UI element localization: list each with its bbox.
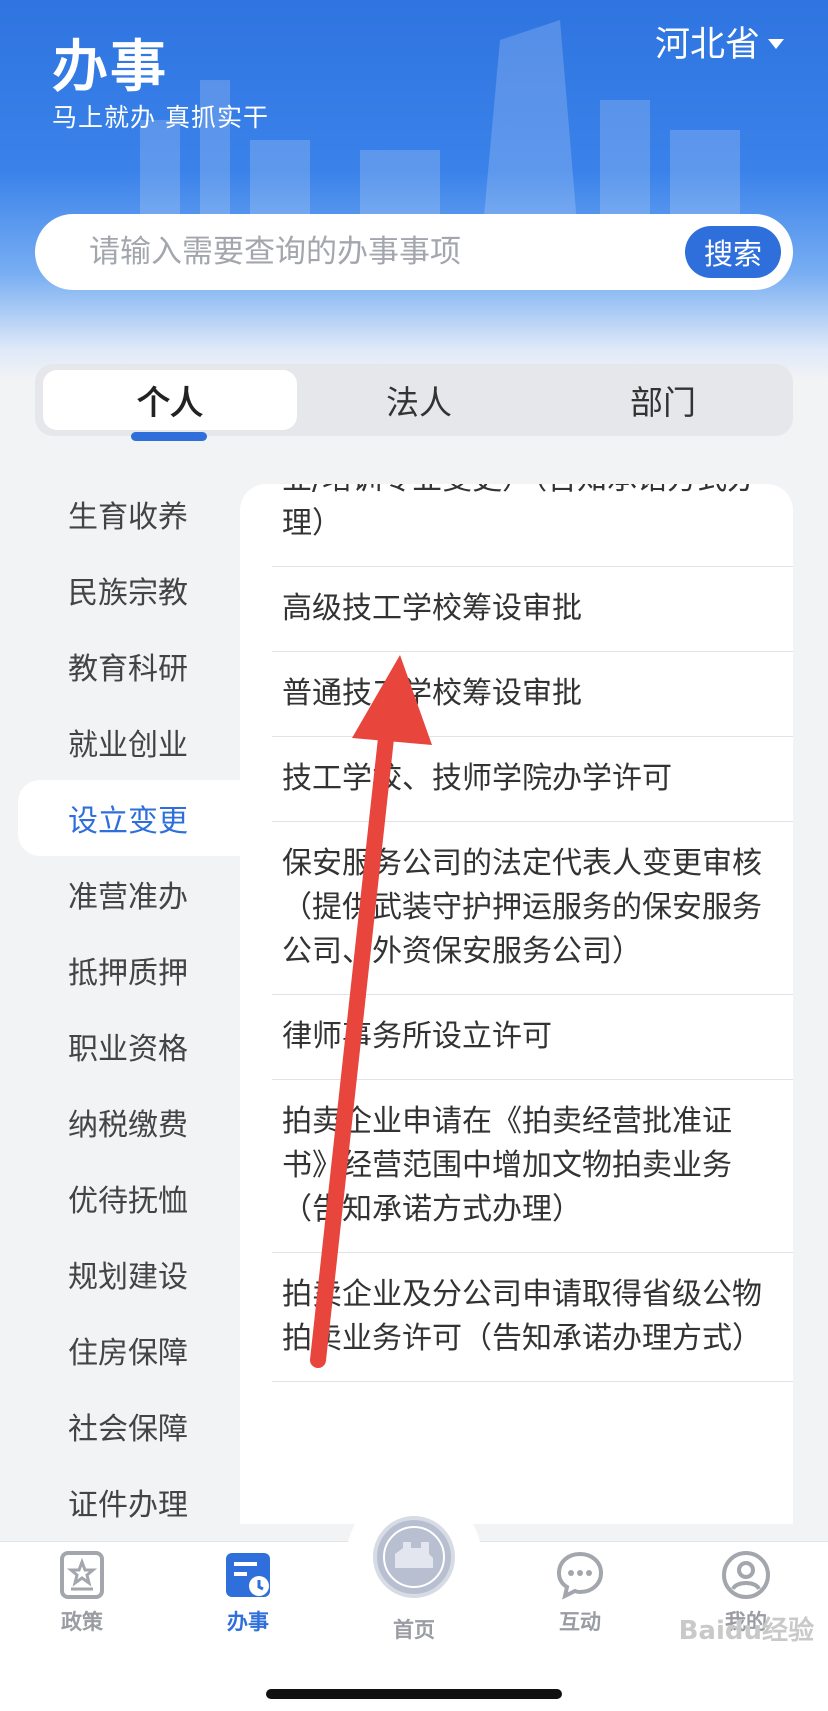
sidebar-item[interactable]: 生育收养 bbox=[0, 476, 240, 552]
page-title: 办事 bbox=[52, 35, 168, 100]
list-item[interactable]: 拍卖企业及分公司申请取得省级公物拍卖业务许可（告知承诺办理方式） bbox=[272, 1253, 793, 1382]
header-banner: 办事 马上就办 真抓实干 河北省 bbox=[0, 0, 828, 380]
nav-label: 政策 bbox=[61, 1610, 103, 1634]
policy-icon bbox=[60, 1551, 104, 1599]
sidebar-item[interactable]: 纳税缴费 bbox=[0, 1084, 240, 1160]
tab-department[interactable]: 部门 bbox=[541, 370, 785, 430]
home-emblem-icon[interactable] bbox=[373, 1516, 455, 1598]
sidebar-item[interactable]: 准营准办 bbox=[0, 856, 240, 932]
watermark-logo: Baidu经验 bbox=[678, 1616, 814, 1646]
sidebar-item[interactable]: 职业资格 bbox=[0, 1008, 240, 1084]
service-list: 业/培训专业变更）（告知承诺方式办理） 高级技工学校筹设审批 普通技工学校筹设审… bbox=[240, 484, 793, 1524]
affairs-icon bbox=[226, 1553, 270, 1597]
sidebar-item[interactable]: 教育科研 bbox=[0, 628, 240, 704]
nav-policy[interactable]: 政策 bbox=[22, 1550, 142, 1636]
user-profile-icon bbox=[722, 1551, 770, 1599]
sidebar-item[interactable]: 住房保障 bbox=[0, 1312, 240, 1388]
sidebar-item[interactable]: 社会保障 bbox=[0, 1388, 240, 1464]
province-label: 河北省 bbox=[654, 25, 760, 65]
nav-interact[interactable]: 互动 bbox=[520, 1550, 640, 1636]
province-selector[interactable]: 河北省 bbox=[655, 16, 784, 67]
nav-label: 办事 bbox=[227, 1610, 269, 1634]
category-sidebar: 生育收养 民族宗教 教育科研 就业创业 设立变更 准营准办 抵押质押 职业资格 … bbox=[0, 476, 248, 1540]
sidebar-item[interactable]: 规划建设 bbox=[0, 1236, 240, 1312]
sidebar-item[interactable]: 民族宗教 bbox=[0, 552, 240, 628]
sidebar-item-label: 设立变更 bbox=[68, 804, 188, 839]
list-item[interactable]: 律师事务所设立许可 bbox=[272, 995, 793, 1080]
tab-bar: 个人 法人 部门 bbox=[35, 364, 793, 441]
sidebar-item[interactable]: 就业创业 bbox=[0, 704, 240, 780]
caret-down-icon bbox=[768, 38, 784, 49]
search-bar: 搜索 bbox=[35, 214, 793, 290]
tab-personal[interactable]: 个人 bbox=[43, 370, 297, 430]
list-item[interactable]: 业/培训专业变更）（告知承诺方式办理） bbox=[272, 484, 793, 567]
list-item[interactable]: 拍卖企业申请在《拍卖经营批准证书》经营范围中增加文物拍卖业务（告知承诺方式办理） bbox=[272, 1080, 793, 1253]
tab-active-indicator bbox=[131, 432, 207, 441]
sidebar-item[interactable]: 证件办理 bbox=[0, 1464, 240, 1540]
emblem-icon bbox=[383, 1526, 445, 1588]
nav-label: 互动 bbox=[559, 1610, 601, 1634]
sidebar-item-active[interactable]: 设立变更 bbox=[18, 780, 248, 856]
list-item[interactable]: 高级技工学校筹设审批 bbox=[272, 567, 793, 652]
sidebar-item[interactable]: 优待抚恤 bbox=[0, 1160, 240, 1236]
list-item[interactable]: 普通技工学校筹设审批 bbox=[272, 652, 793, 737]
sidebar-item[interactable]: 抵押质押 bbox=[0, 932, 240, 1008]
search-input[interactable] bbox=[89, 234, 669, 270]
nav-affairs[interactable]: 办事 bbox=[188, 1550, 308, 1636]
home-indicator bbox=[266, 1689, 562, 1699]
list-item[interactable]: 技工学校、技师学院办学许可 bbox=[272, 737, 793, 822]
list-item[interactable]: 保安服务公司的法定代表人变更审核（提供武装守护押运服务的保安服务公司、外资保安服… bbox=[272, 822, 793, 995]
chat-bubble-icon bbox=[556, 1551, 604, 1600]
page-slogan: 马上就办 真抓实干 bbox=[52, 103, 269, 132]
nav-home-label[interactable]: 首页 bbox=[354, 1614, 474, 1644]
search-button[interactable]: 搜索 bbox=[685, 226, 781, 278]
tab-legal-entity[interactable]: 法人 bbox=[297, 370, 541, 430]
